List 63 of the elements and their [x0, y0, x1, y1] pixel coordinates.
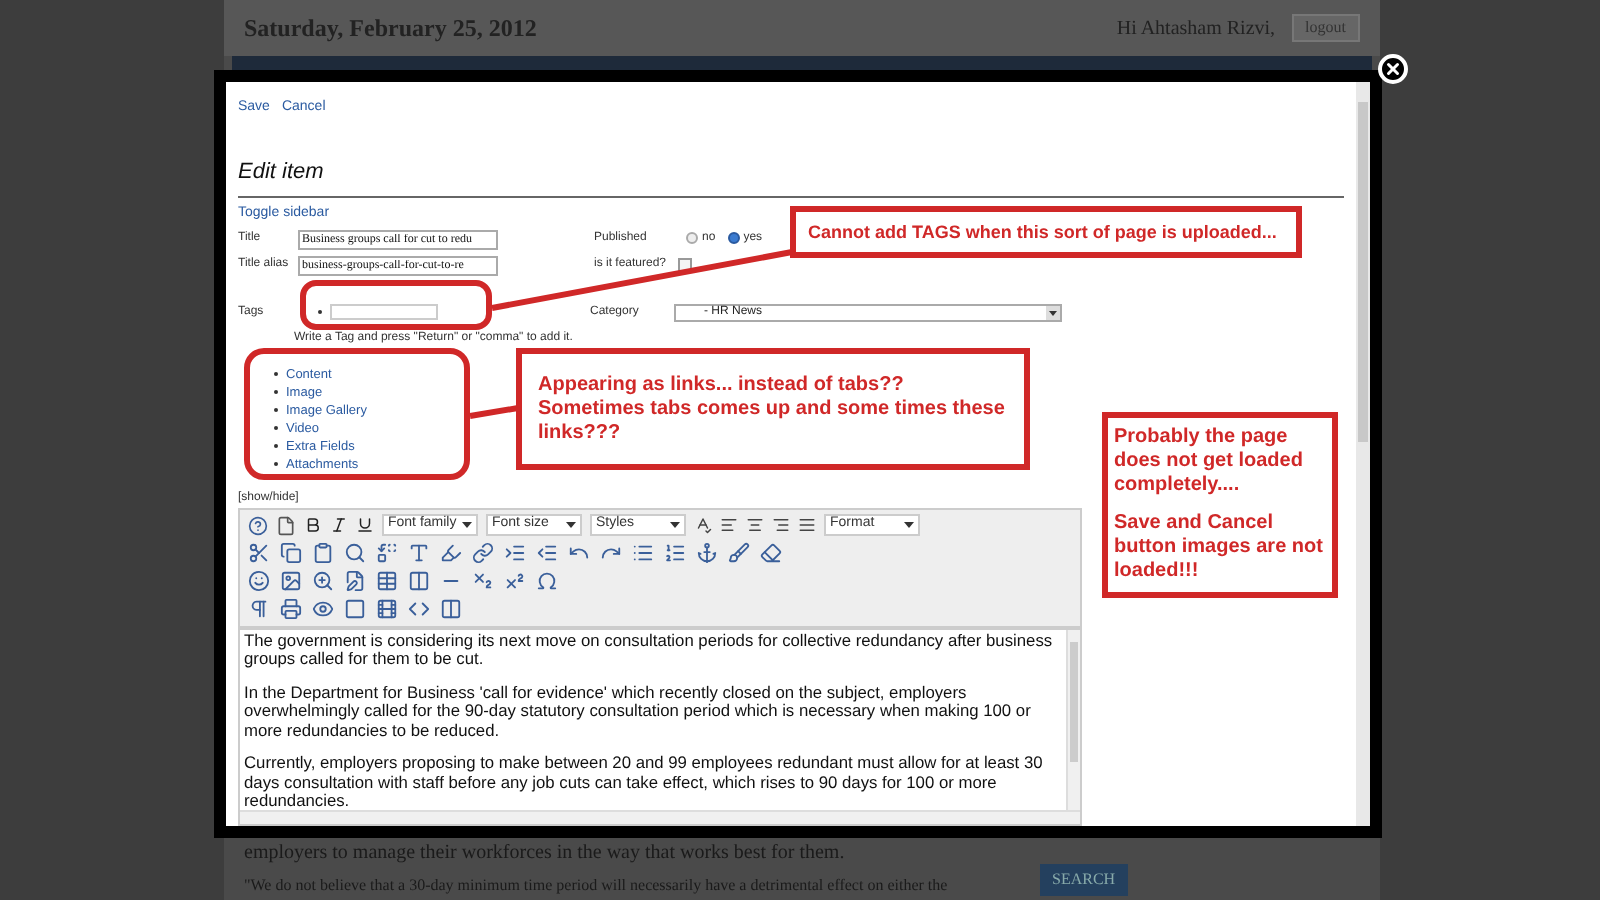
editor-paragraph: The government is considering its next move on consultation periods for collective redundancy after business groups called for them to be cut.: [244, 631, 1055, 669]
radio-button[interactable]: [686, 232, 698, 244]
anchor-icon[interactable]: [696, 542, 718, 564]
caret-icon: [566, 522, 576, 528]
align-right-icon[interactable]: [772, 516, 790, 534]
radio-button[interactable]: [727, 232, 740, 244]
text-color-icon[interactable]: [408, 542, 430, 564]
brush-icon[interactable]: [728, 542, 750, 564]
edit-icon[interactable]: [344, 570, 366, 592]
columns-icon[interactable]: [440, 598, 462, 620]
numbered-list-icon[interactable]: [664, 542, 686, 564]
subscript-icon[interactable]: [472, 570, 494, 592]
tag-input[interactable]: [330, 304, 438, 320]
replace-icon[interactable]: [376, 542, 398, 564]
indent-icon[interactable]: [504, 542, 526, 564]
omega-icon[interactable]: [536, 570, 558, 592]
page-heading: Edit item: [238, 157, 326, 187]
search-icon[interactable]: [344, 542, 366, 564]
close-icon[interactable]: [1378, 54, 1408, 84]
pilcrow-icon[interactable]: [248, 598, 270, 620]
spellcheck-icon[interactable]: [694, 516, 712, 534]
bullet-list-icon[interactable]: [632, 542, 654, 564]
link-icon[interactable]: [472, 542, 494, 564]
annotation-text: Cannot add TAGS when this sort of page is uploaded...: [808, 220, 1279, 244]
annotation-text: Appearing as links... instead of tabs?? Sometimes tabs comes up and some times these links???: [538, 374, 1007, 446]
clipboard-icon[interactable]: [312, 542, 334, 564]
preview-icon[interactable]: [312, 598, 334, 620]
new-document-icon[interactable]: [276, 515, 296, 535]
zoom-icon[interactable]: [312, 570, 334, 592]
align-justify-icon[interactable]: [798, 516, 816, 534]
annotation-text: Probably the page does not get loaded completely....: [1114, 426, 1305, 498]
film-icon[interactable]: [376, 598, 398, 620]
square-icon[interactable]: [344, 598, 366, 620]
vertical-scrollbar[interactable]: [1066, 629, 1080, 809]
italic-icon[interactable]: [330, 516, 348, 534]
scissors-icon[interactable]: [248, 542, 270, 564]
outdent-icon[interactable]: [536, 542, 558, 564]
caret-icon: [670, 522, 680, 528]
editor-paragraph: Currently, employers proposing to make between 20 and 99 employees redundant must allow for at least 30 days consultation with staff before any job cuts can take effect, which rises to 90 days for 100 or more redundancies.: [244, 754, 1045, 809]
modal-scrollbar[interactable]: [1356, 82, 1370, 826]
caret-icon: [462, 522, 472, 528]
underline-icon[interactable]: [356, 516, 374, 534]
smiley-icon[interactable]: [248, 570, 270, 592]
redo-icon[interactable]: [600, 542, 622, 564]
dropdown-arrow-icon[interactable]: [1046, 305, 1060, 319]
caret-icon: [904, 522, 914, 528]
superscript-icon[interactable]: [504, 570, 526, 592]
image-icon[interactable]: [280, 570, 302, 592]
annotation-text: Save and Cancel button images are not loaded!!!: [1114, 512, 1325, 584]
code-icon[interactable]: [408, 598, 430, 620]
editor-paragraph: In the Department for Business 'call for evidence' which recently closed on the subject, employers overwhelmingly called for the 90-day statutory consultation period which is necessary when making 100 or more redundancies to be reduced.: [244, 683, 1033, 740]
undo-icon[interactable]: [568, 542, 590, 564]
highlighter-icon[interactable]: [440, 542, 462, 564]
align-center-icon[interactable]: [746, 516, 764, 534]
search-button[interactable]: SEARCH: [1040, 864, 1128, 896]
horizontal-scrollbar[interactable]: [240, 809, 1080, 823]
align-left-icon[interactable]: [720, 516, 738, 534]
printer-icon[interactable]: [280, 598, 302, 620]
help-icon[interactable]: [248, 515, 268, 535]
eraser-icon[interactable]: [760, 542, 782, 564]
copy-icon[interactable]: [280, 542, 302, 564]
checkbox[interactable]: [678, 257, 693, 271]
bold-icon[interactable]: [304, 516, 322, 534]
